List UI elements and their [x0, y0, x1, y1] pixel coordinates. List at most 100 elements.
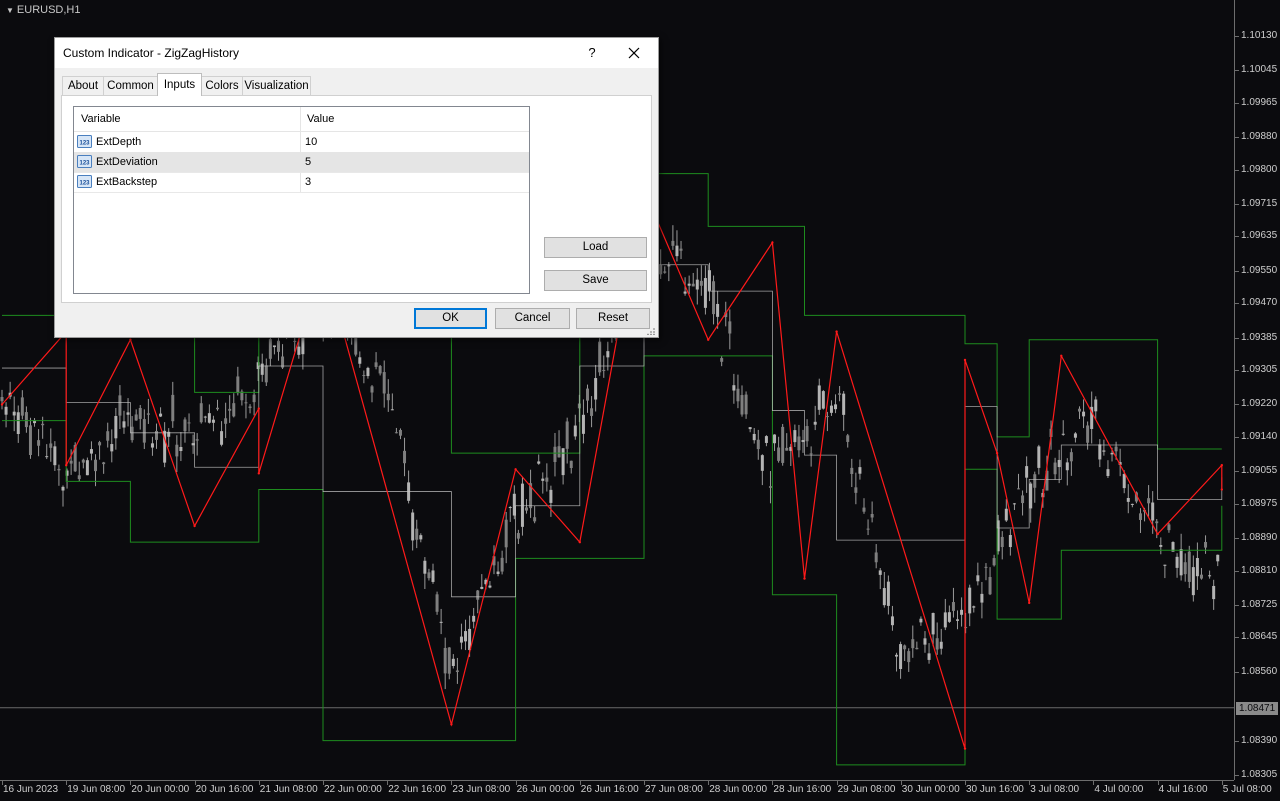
ok-button[interactable]: OK: [414, 308, 487, 329]
time-label: 26 Jun 16:00: [580, 784, 639, 795]
candle-body: [801, 440, 805, 442]
candle-body: [459, 636, 463, 643]
time-label: 27 Jun 08:00: [645, 784, 703, 795]
candle-body: [199, 403, 203, 423]
candle-body: [252, 394, 256, 403]
price-label: 1.10045: [1241, 64, 1278, 76]
save-button[interactable]: Save: [544, 270, 647, 291]
candle-body: [110, 444, 114, 452]
table-row[interactable]: 123 ExtBackstep 3: [74, 172, 529, 193]
grid-header: Variable Value: [74, 107, 529, 132]
price-label: 1.09715: [1241, 198, 1278, 210]
candle-body: [988, 577, 992, 595]
dialog-titlebar[interactable]: Custom Indicator - ZigZagHistory ?: [55, 38, 658, 68]
candle-body: [760, 455, 764, 471]
candle-body: [984, 566, 988, 568]
zigzag-pivot: [193, 524, 196, 528]
column-header-value[interactable]: Value: [307, 113, 334, 125]
price-label: 1.09385: [1241, 331, 1278, 343]
tab-common[interactable]: Common: [103, 76, 158, 96]
candle-body: [130, 426, 134, 441]
candle-body: [508, 507, 512, 509]
candle-body: [1155, 521, 1159, 524]
price-tick: [1235, 204, 1239, 206]
candle-body: [878, 570, 882, 575]
candle-body: [1004, 508, 1008, 521]
candle-body: [443, 647, 447, 674]
candle-body: [947, 612, 951, 622]
row-value[interactable]: 10: [305, 136, 317, 148]
price-axis[interactable]: 1.10130 1.10045 1.09965 1.09880 1.09800 1.097…: [1234, 0, 1280, 780]
candle-body: [155, 430, 159, 440]
zigzag-pivot: [450, 723, 453, 726]
candle-body: [439, 621, 443, 623]
price-label: 1.09305: [1241, 364, 1278, 376]
candle-body: [890, 616, 894, 626]
candle-body: [126, 412, 130, 415]
close-button[interactable]: [623, 42, 645, 64]
candle-body: [1098, 444, 1102, 460]
candle-body: [671, 240, 675, 246]
table-row[interactable]: 123 ExtDeviation 5: [74, 152, 529, 173]
zigzag-pivot: [257, 472, 260, 475]
candle-body: [1199, 574, 1203, 579]
price-tick: [1235, 404, 1239, 406]
row-value[interactable]: 3: [305, 176, 311, 188]
reset-button[interactable]: Reset: [576, 308, 650, 329]
row-variable: ExtDeviation: [96, 156, 158, 168]
candle-body: [687, 283, 691, 286]
time-label: 23 Jun 08:00: [452, 784, 511, 795]
price-tick: [1235, 337, 1239, 339]
load-button[interactable]: Load: [544, 237, 647, 258]
candle-body: [264, 365, 268, 383]
candle-body: [850, 467, 854, 474]
candle-body: [94, 459, 98, 472]
candle-body: [606, 351, 610, 358]
candle-body: [1029, 483, 1033, 509]
candle-body: [102, 462, 106, 465]
candle-body: [1086, 425, 1090, 443]
candle-body: [293, 340, 297, 342]
candle-body: [1082, 411, 1086, 417]
resize-grip-icon[interactable]: [647, 326, 656, 335]
candle-body: [488, 585, 492, 588]
table-row[interactable]: 123 ExtDepth 10: [74, 132, 529, 153]
candle-body: [537, 461, 541, 464]
candle-body: [150, 443, 154, 448]
zigzag-pivot: [963, 358, 967, 362]
candle-body: [1204, 541, 1208, 548]
candle-body: [0, 397, 4, 402]
candle-body: [1025, 466, 1029, 478]
candle-body: [374, 362, 378, 367]
tab-inputs[interactable]: Inputs: [157, 73, 202, 96]
candle-body: [211, 419, 215, 423]
numeric-123-icon: 123: [77, 135, 92, 148]
candle-body: [411, 512, 415, 541]
tab-visualization[interactable]: Visualization: [242, 76, 311, 96]
tab-about[interactable]: About: [62, 76, 104, 96]
candle-body: [793, 430, 797, 443]
candle-body: [179, 446, 183, 452]
cancel-button[interactable]: Cancel: [495, 308, 570, 329]
column-header-variable[interactable]: Variable: [81, 113, 121, 125]
inputs-grid[interactable]: Variable Value 123 ExtDepth 10 123 ExtDe…: [73, 106, 530, 294]
candle-body: [386, 393, 390, 401]
candle-body: [525, 507, 529, 511]
tab-colors[interactable]: Colors: [201, 76, 243, 96]
candle-body: [956, 619, 960, 621]
zigzag-pivot: [1028, 601, 1031, 605]
time-axis[interactable]: 16 Jun 2023 19 Jun 08:00 20 Jun 00:00 20 Ju…: [0, 780, 1272, 801]
candle-body: [403, 450, 407, 464]
candle-body: [24, 412, 28, 428]
candle-body: [817, 385, 821, 410]
help-button[interactable]: ?: [582, 43, 602, 63]
triangle-down-icon[interactable]: ▼: [6, 6, 14, 15]
candle-body: [992, 558, 996, 566]
candle-body: [45, 456, 49, 458]
price-label: 1.09965: [1241, 96, 1278, 108]
time-label: 28 Jun 16:00: [773, 784, 832, 795]
candle-body: [960, 609, 964, 615]
candle-body: [427, 572, 431, 579]
row-value[interactable]: 5: [305, 156, 311, 168]
candle-body: [1167, 524, 1171, 531]
